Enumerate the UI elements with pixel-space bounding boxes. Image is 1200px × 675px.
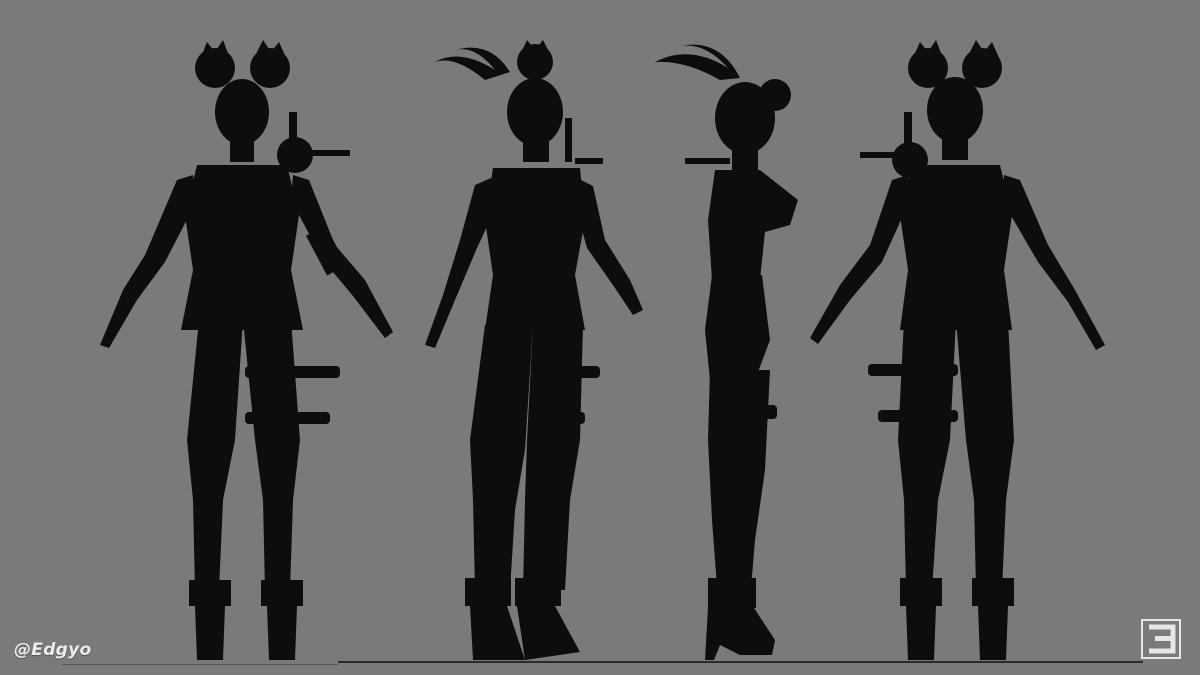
artist-handle-watermark: @Edgyo xyxy=(14,640,92,660)
ground-line xyxy=(338,661,1143,663)
figure-back-view xyxy=(810,40,1105,660)
figure-three-quarter-view xyxy=(425,40,643,660)
artist-logo-icon xyxy=(1141,619,1181,659)
turnaround-canvas: @Edgyo xyxy=(0,0,1200,675)
figure-front-view xyxy=(100,40,393,660)
ground-line-faint xyxy=(62,664,338,665)
figure-side-view xyxy=(655,44,798,660)
